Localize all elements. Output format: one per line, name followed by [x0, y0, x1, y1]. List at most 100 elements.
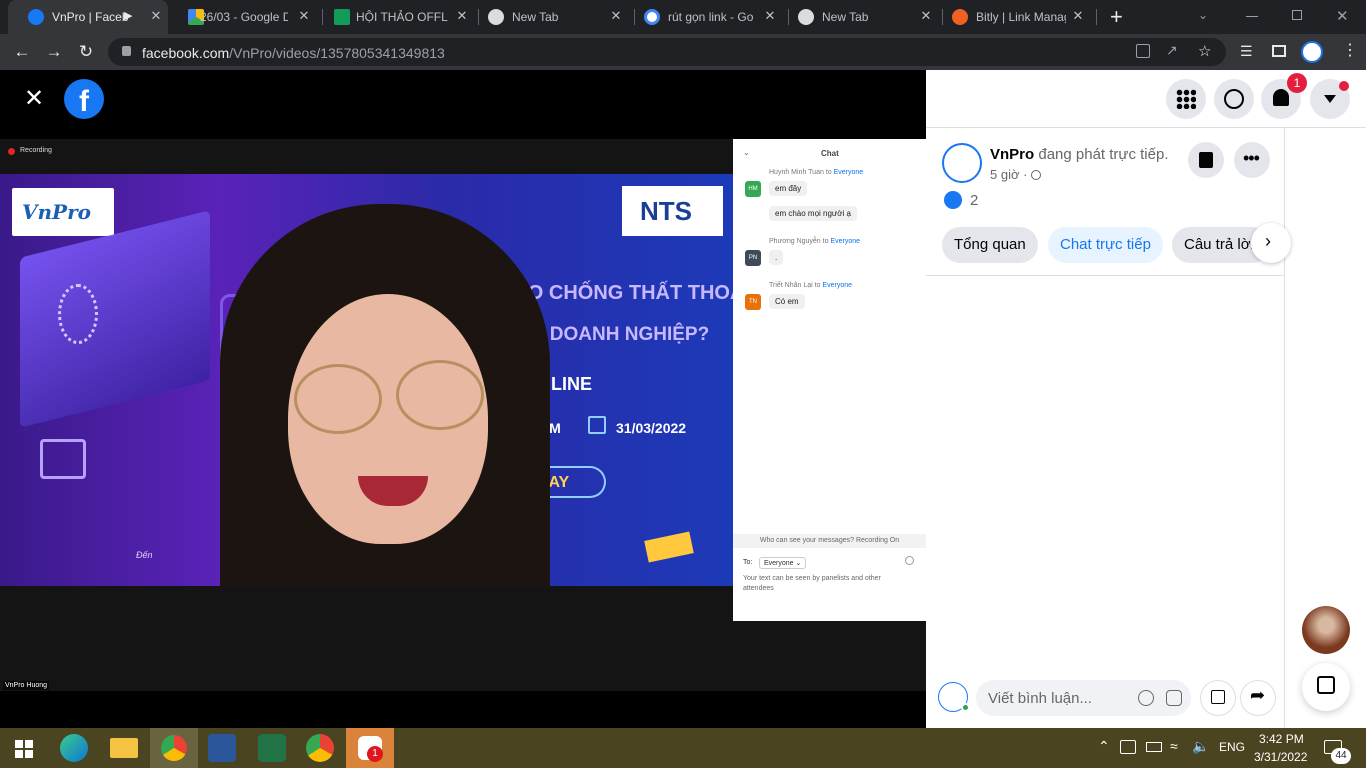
- chat-input[interactable]: Your text can be seen by panelists and o…: [743, 574, 903, 594]
- tab-rut-gon-link[interactable]: rút gọn link - Go ✕: [636, 0, 790, 34]
- share-arrow-icon: ➦: [1250, 685, 1266, 705]
- clock-date[interactable]: 3/31/2022: [1254, 750, 1307, 764]
- excel-icon[interactable]: [258, 734, 286, 762]
- message-text: em chào mọi người ạ: [769, 206, 857, 221]
- windows-start-icon[interactable]: [15, 740, 33, 758]
- facebook-side-panel: 1 VnPro đang phát trực tiếp. 5 giờ · •••…: [926, 70, 1366, 728]
- bookmark-star-icon[interactable]: ☆: [1198, 42, 1211, 60]
- messenger-button[interactable]: [1214, 79, 1254, 119]
- save-icon: [1199, 152, 1213, 168]
- address-bar[interactable]: facebook.com/VnPro/videos/13578053413498…: [108, 38, 1226, 66]
- slide-footer-text: Đến: [136, 550, 153, 560]
- facebook-logo[interactable]: f: [64, 79, 104, 119]
- tab-search-icon[interactable]: ⌄: [1198, 8, 1208, 22]
- language-indicator[interactable]: ENG: [1219, 740, 1245, 754]
- close-tab-icon[interactable]: ✕: [918, 8, 934, 24]
- url-text[interactable]: facebook.com/VnPro/videos/13578053413498…: [142, 45, 445, 61]
- padlock-icon: [40, 439, 86, 479]
- chrome-icon: [161, 735, 187, 761]
- fingerprint-icon: [58, 284, 98, 344]
- post-time[interactable]: 5 giờ ·: [990, 167, 1042, 182]
- page-name-link[interactable]: VnPro: [990, 146, 1034, 163]
- close-tab-icon[interactable]: ✕: [296, 8, 312, 24]
- avatar: HM: [745, 181, 761, 197]
- sticker-icon[interactable]: [1166, 690, 1182, 706]
- windows-taskbar: 1 ⌃ ≈ 🔈 ENG 3:42 PM 3/31/2022 44: [0, 728, 1366, 768]
- chevron-up-icon[interactable]: ⌃: [1098, 738, 1110, 755]
- save-video-button[interactable]: [1188, 142, 1224, 178]
- chrome-taskbar-item[interactable]: [150, 728, 198, 768]
- tab-hoi-thao[interactable]: HỘI THẢO OFFLIN ✕: [324, 0, 480, 34]
- messenger-icon: [1224, 89, 1244, 109]
- page-avatar[interactable]: [942, 143, 982, 183]
- close-icon[interactable]: ✕: [24, 84, 44, 113]
- tab-bitly[interactable]: Bitly | Link Manag ✕: [944, 0, 1096, 34]
- menu-grid-button[interactable]: [1166, 79, 1206, 119]
- battery-icon[interactable]: [1146, 742, 1162, 752]
- translate-icon[interactable]: [1136, 44, 1150, 58]
- close-tab-icon[interactable]: ✕: [454, 8, 470, 24]
- like-reaction-icon[interactable]: [944, 191, 962, 209]
- zalo-badge: 1: [367, 746, 383, 762]
- message-sender: Huynh Minh Tuan to Everyone: [769, 169, 864, 176]
- file-explorer-icon[interactable]: [110, 738, 138, 758]
- chrome-icon[interactable]: [306, 734, 334, 762]
- close-tab-icon[interactable]: ✕: [148, 8, 164, 24]
- notification-count-badge: 44: [1331, 748, 1351, 764]
- reaction-count[interactable]: 2: [970, 192, 978, 209]
- wifi-icon[interactable]: ≈: [1170, 738, 1178, 754]
- tab-live-chat[interactable]: Chat trực tiếp: [1048, 227, 1163, 263]
- slide-date: 31/03/2022: [616, 420, 687, 436]
- share-button[interactable]: ➦: [1240, 680, 1276, 716]
- side-panel-icon[interactable]: [1272, 45, 1286, 57]
- profile-avatar[interactable]: [1301, 41, 1323, 63]
- emoji-icon[interactable]: [1138, 690, 1154, 706]
- chat-recipient-select[interactable]: Everyone ⌄: [759, 557, 807, 569]
- chrome-menu-icon[interactable]: ⋮: [1342, 40, 1358, 60]
- close-tab-icon[interactable]: ✕: [608, 8, 624, 24]
- maximize-button[interactable]: [1292, 10, 1302, 20]
- close-tab-icon[interactable]: ✕: [1070, 8, 1086, 24]
- volume-icon[interactable]: 🔈: [1192, 738, 1209, 755]
- zalo-taskbar-item[interactable]: 1: [346, 728, 394, 768]
- scroll-tabs-right-button[interactable]: ›: [1251, 223, 1291, 263]
- comment-input[interactable]: Viết bình luận...: [976, 680, 1191, 716]
- media-control-icon[interactable]: ☰: [1240, 43, 1253, 60]
- chat-privacy-note[interactable]: Who can see your messages? Recording On: [733, 534, 926, 548]
- zoom-webinar-stream[interactable]: Recording VnPro NTS SAO CHỐNG THẤT THOÁT…: [0, 139, 926, 691]
- forward-button[interactable]: →: [42, 40, 66, 64]
- more-options-button[interactable]: •••: [1234, 142, 1270, 178]
- like-button[interactable]: [1200, 680, 1236, 716]
- tab-overview[interactable]: Tổng quan: [942, 227, 1038, 263]
- edge-icon[interactable]: [60, 734, 88, 762]
- contact-avatar-bubble[interactable]: [1302, 606, 1350, 654]
- vnpro-logo: VnPro: [12, 188, 114, 236]
- browser-toolbar: ← → ↻ facebook.com/VnPro/videos/13578053…: [0, 34, 1366, 70]
- tab-google-drive[interactable]: 26/03 - Google D ✕: [168, 0, 324, 34]
- nts-logo: NTS: [622, 186, 723, 236]
- message-text: em đây: [769, 181, 808, 196]
- new-tab-button[interactable]: +: [1110, 4, 1123, 30]
- tab-new-tab-1[interactable]: New Tab ✕: [480, 0, 636, 34]
- share-icon[interactable]: ↗: [1166, 42, 1178, 59]
- close-tab-icon[interactable]: ✕: [762, 8, 778, 24]
- speaker-icon[interactable]: ▶: [124, 9, 132, 22]
- new-message-button[interactable]: [1302, 663, 1350, 711]
- notification-badge: 1: [1287, 73, 1307, 93]
- minimize-button[interactable]: [1246, 16, 1258, 17]
- message-sender: Phương Nguyễn to Everyone: [769, 238, 861, 245]
- tab-new-tab-2[interactable]: New Tab ✕: [790, 0, 944, 34]
- ticket-illustration: [644, 531, 694, 563]
- tab-vnpro-facebook[interactable]: VnPro | Faceb ▶ ✕: [8, 0, 168, 34]
- clock-time[interactable]: 3:42 PM: [1259, 732, 1304, 746]
- word-icon[interactable]: [208, 734, 236, 762]
- close-window-button[interactable]: ✕: [1336, 7, 1349, 25]
- tab-strip: VnPro | Faceb ▶ ✕ 26/03 - Google D ✕ HỘI…: [0, 0, 1366, 34]
- presentation-slide: VnPro NTS SAO CHỐNG THẤT THOÁT NO DOANH …: [0, 174, 733, 586]
- message-text: Có em: [769, 294, 805, 309]
- chevron-down-icon[interactable]: ⌄: [743, 148, 750, 157]
- tray-app-icon[interactable]: [1120, 740, 1136, 754]
- back-button[interactable]: ←: [10, 40, 34, 64]
- emoji-icon[interactable]: [905, 556, 914, 565]
- reload-button[interactable]: ↻: [74, 40, 98, 64]
